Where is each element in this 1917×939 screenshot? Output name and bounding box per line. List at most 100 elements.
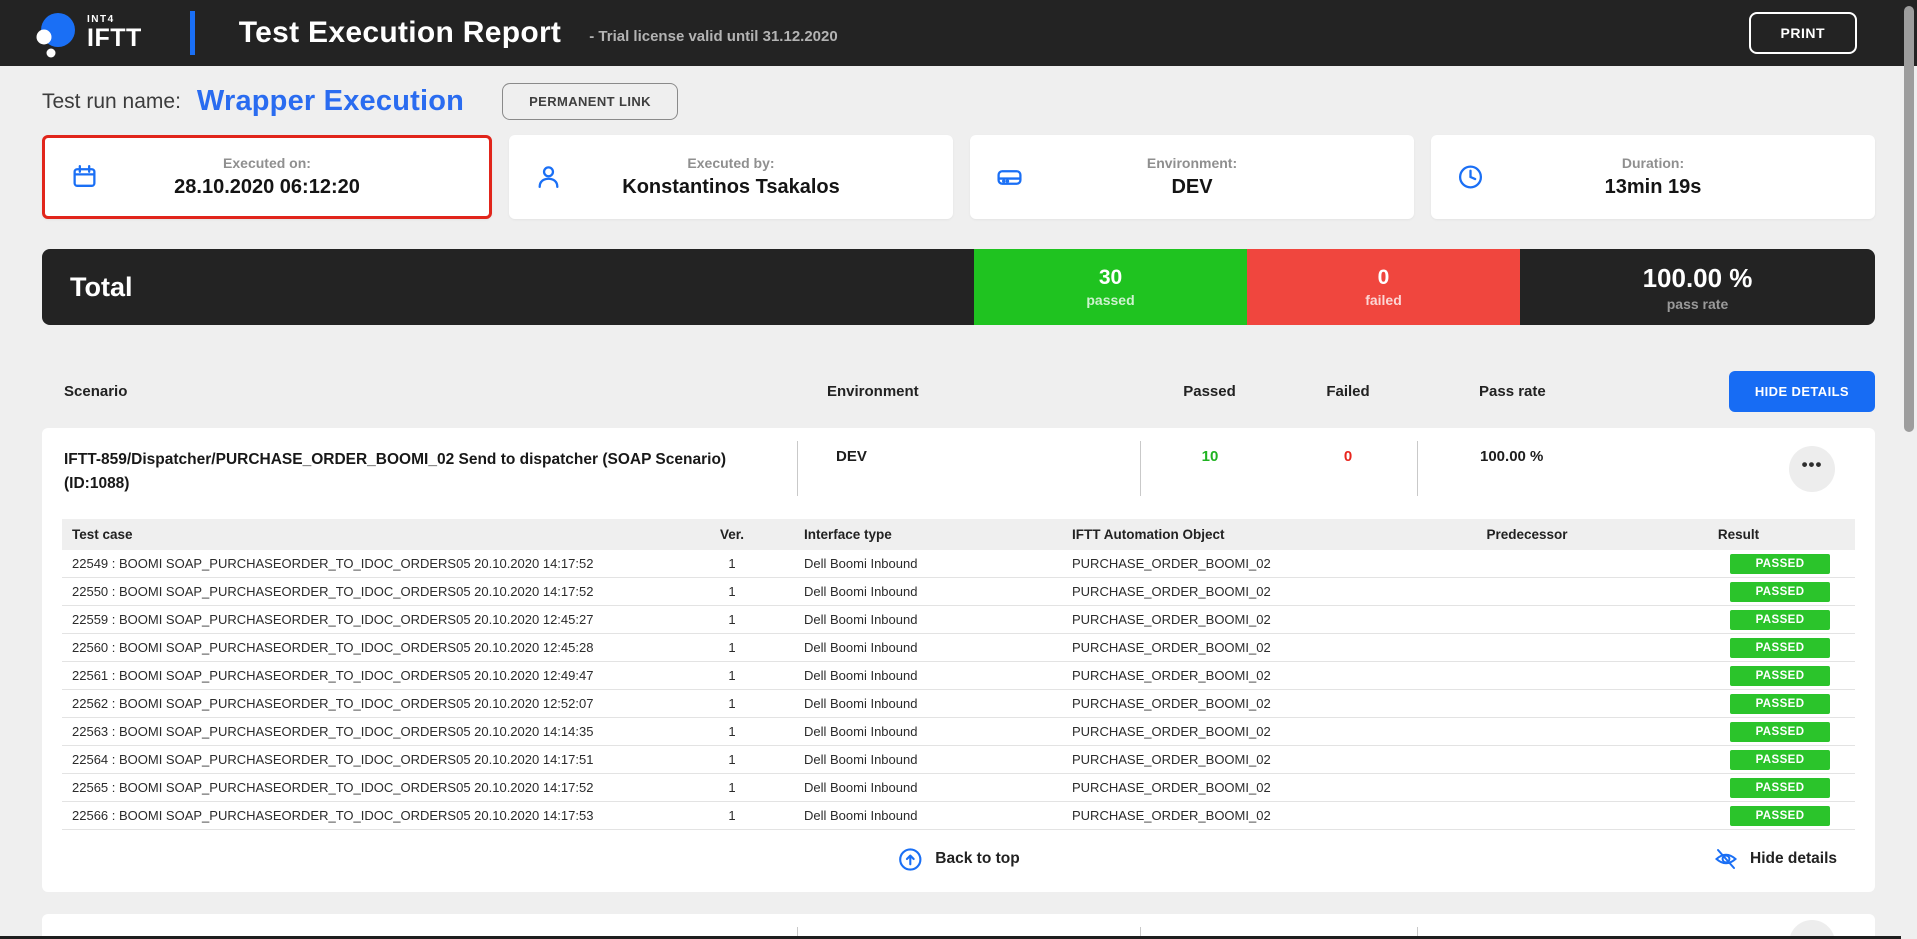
test-run-row: Test run name: Wrapper Execution PERMANE…	[0, 66, 1917, 135]
executed-on-card: Executed on: 28.10.2020 06:12:20	[42, 135, 492, 219]
test-case-version: 1	[702, 668, 762, 683]
clock-icon	[1457, 164, 1484, 191]
test-run-label: Test run name:	[42, 90, 181, 114]
test-case-automation-object: PURCHASE_ORDER_BOOMI_02	[1032, 556, 1432, 571]
test-run-name: Wrapper Execution	[197, 85, 464, 118]
totals-pass-rate-segment: 100.00 % pass rate	[1520, 249, 1875, 325]
test-case-interface-type: Dell Boomi Inbound	[762, 640, 1032, 655]
executed-by-card: Executed by: Konstantinos Tsakalos	[509, 135, 953, 219]
totals-label: Total	[70, 272, 133, 303]
result-badge: PASSED	[1730, 666, 1830, 686]
test-case-row: 22549 : BOOMI SOAP_PURCHASEORDER_TO_IDOC…	[62, 550, 1855, 578]
test-case-interface-type: Dell Boomi Inbound	[762, 752, 1032, 767]
header-divider	[190, 11, 195, 55]
server-icon	[996, 164, 1023, 191]
test-case-name: 22562 : BOOMI SOAP_PURCHASEORDER_TO_IDOC…	[62, 696, 702, 711]
test-case-name: 22561 : BOOMI SOAP_PURCHASEORDER_TO_IDOC…	[62, 668, 702, 683]
logo-icon	[34, 7, 78, 59]
test-case-interface-type: Dell Boomi Inbound	[762, 668, 1032, 683]
totals-failed-label: failed	[1365, 292, 1402, 308]
test-case-automation-object: PURCHASE_ORDER_BOOMI_02	[1032, 696, 1432, 711]
result-badge: PASSED	[1730, 610, 1830, 630]
scenario-passed-count: 10	[1140, 441, 1279, 496]
scenario-card: IFTT-859/Dispatcher/PURCHASE_ORDER_BOOMI…	[42, 428, 1875, 892]
test-case-version: 1	[702, 808, 762, 823]
test-case-name: 22560 : BOOMI SOAP_PURCHASEORDER_TO_IDOC…	[62, 640, 702, 655]
scrollbar-thumb[interactable]	[1904, 6, 1914, 432]
result-badge: PASSED	[1730, 806, 1830, 826]
test-case-version: 1	[702, 724, 762, 739]
more-options-button[interactable]: •••	[1789, 446, 1835, 492]
duration-card: Duration: 13min 19s	[1431, 135, 1875, 219]
page-root: INT4 IFTT Test Execution Report - Trial …	[0, 0, 1917, 939]
tc-header-interface-type: Interface type	[762, 527, 1032, 542]
totals-pass-rate-label: pass rate	[1667, 296, 1728, 312]
permanent-link-button[interactable]: PERMANENT LINK	[502, 83, 678, 120]
test-case-automation-object: PURCHASE_ORDER_BOOMI_02	[1032, 808, 1432, 823]
hide-details-button[interactable]: HIDE DETAILS	[1729, 371, 1875, 412]
column-header-passed: Passed	[1140, 383, 1279, 400]
test-case-automation-object: PURCHASE_ORDER_BOOMI_02	[1032, 612, 1432, 627]
print-button[interactable]: PRINT	[1749, 12, 1858, 54]
hide-details-link[interactable]: Hide details	[1713, 846, 1837, 872]
tc-header-predecessor: Predecessor	[1432, 527, 1622, 542]
test-case-name: 22565 : BOOMI SOAP_PURCHASEORDER_TO_IDOC…	[62, 780, 702, 795]
test-case-result-cell: PASSED	[1622, 722, 1855, 742]
test-case-result-cell: PASSED	[1622, 778, 1855, 798]
tc-header-name: Test case	[62, 527, 702, 542]
test-case-result-cell: PASSED	[1622, 806, 1855, 826]
test-case-row: 22564 : BOOMI SOAP_PURCHASEORDER_TO_IDOC…	[62, 746, 1855, 774]
totals-pass-rate: 100.00 %	[1643, 263, 1753, 294]
test-case-row: 22559 : BOOMI SOAP_PURCHASEORDER_TO_IDOC…	[62, 606, 1855, 634]
totals-passed-label: passed	[1086, 292, 1134, 308]
test-case-interface-type: Dell Boomi Inbound	[762, 556, 1032, 571]
test-case-row: 22562 : BOOMI SOAP_PURCHASEORDER_TO_IDOC…	[62, 690, 1855, 718]
hide-details-label: Hide details	[1750, 850, 1837, 868]
test-case-version: 1	[702, 696, 762, 711]
page-title: Test Execution Report	[239, 16, 561, 50]
totals-bar: Total 30 passed 0 failed 100.00 % pass r…	[42, 249, 1875, 325]
test-case-name: 22559 : BOOMI SOAP_PURCHASEORDER_TO_IDOC…	[62, 612, 702, 627]
test-case-automation-object: PURCHASE_ORDER_BOOMI_02	[1032, 724, 1432, 739]
card-label: Environment:	[1147, 155, 1237, 171]
test-case-result-cell: PASSED	[1622, 694, 1855, 714]
scenario-environment: DEV	[797, 441, 1140, 496]
result-badge: PASSED	[1730, 638, 1830, 658]
scenario-summary-row: IFTT-859/Dispatcher/PURCHASE_ORDER_BOOMI…	[42, 428, 1875, 513]
test-case-name: 22550 : BOOMI SOAP_PURCHASEORDER_TO_IDOC…	[62, 584, 702, 599]
test-case-name: 22564 : BOOMI SOAP_PURCHASEORDER_TO_IDOC…	[62, 752, 702, 767]
test-case-name: 22566 : BOOMI SOAP_PURCHASEORDER_TO_IDOC…	[62, 808, 702, 823]
test-case-result-cell: PASSED	[1622, 554, 1855, 574]
test-case-row: 22566 : BOOMI SOAP_PURCHASEORDER_TO_IDOC…	[62, 802, 1855, 830]
test-case-row: 22560 : BOOMI SOAP_PURCHASEORDER_TO_IDOC…	[62, 634, 1855, 662]
test-case-row: 22563 : BOOMI SOAP_PURCHASEORDER_TO_IDOC…	[62, 718, 1855, 746]
card-label: Executed on:	[223, 155, 311, 171]
tc-header-ver: Ver.	[702, 527, 762, 542]
result-badge: PASSED	[1730, 778, 1830, 798]
test-case-version: 1	[702, 752, 762, 767]
test-case-result-cell: PASSED	[1622, 750, 1855, 770]
test-case-automation-object: PURCHASE_ORDER_BOOMI_02	[1032, 780, 1432, 795]
column-header-failed: Failed	[1279, 383, 1417, 400]
test-case-version: 1	[702, 584, 762, 599]
test-case-version: 1	[702, 640, 762, 655]
test-case-interface-type: Dell Boomi Inbound	[762, 780, 1032, 795]
test-case-rows: 22549 : BOOMI SOAP_PURCHASEORDER_TO_IDOC…	[62, 550, 1855, 830]
card-label: Executed by:	[687, 155, 774, 171]
test-case-result-cell: PASSED	[1622, 666, 1855, 686]
vertical-scrollbar[interactable]	[1901, 0, 1917, 939]
test-case-interface-type: Dell Boomi Inbound	[762, 696, 1032, 711]
tc-header-automation-object: IFTT Automation Object	[1032, 527, 1432, 542]
arrow-up-circle-icon	[897, 847, 922, 872]
card-label: Duration:	[1622, 155, 1684, 171]
eye-slash-icon	[1713, 846, 1739, 872]
card-value: DEV	[1171, 176, 1212, 199]
result-badge: PASSED	[1730, 750, 1830, 770]
test-case-table: Test case Ver. Interface type IFTT Autom…	[62, 519, 1855, 830]
test-case-row: 22565 : BOOMI SOAP_PURCHASEORDER_TO_IDOC…	[62, 774, 1855, 802]
column-header-scenario: Scenario	[42, 383, 797, 400]
card-value: 13min 19s	[1605, 176, 1702, 199]
back-to-top-button[interactable]: Back to top	[897, 847, 1019, 872]
test-case-row: 22561 : BOOMI SOAP_PURCHASEORDER_TO_IDOC…	[62, 662, 1855, 690]
test-case-version: 1	[702, 780, 762, 795]
